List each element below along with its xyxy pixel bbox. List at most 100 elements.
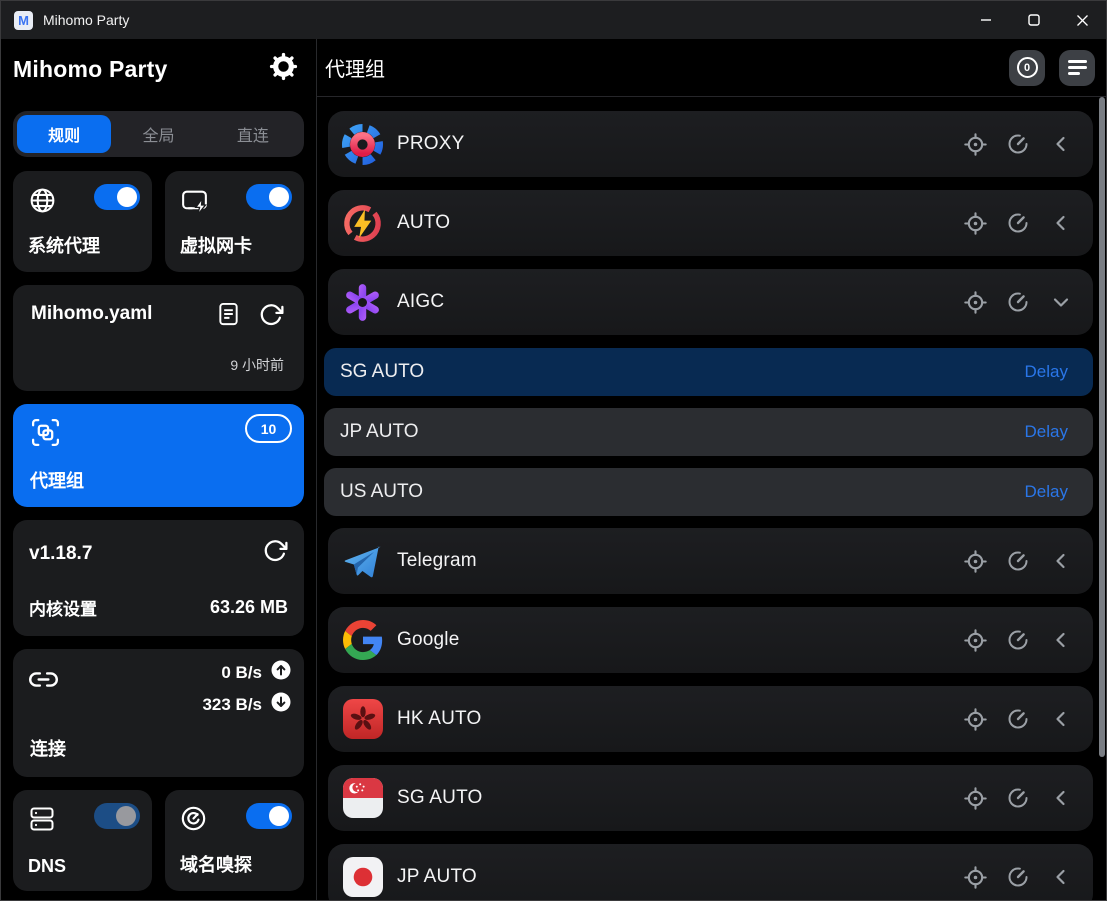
proxy-group-name: JP AUTO [397, 866, 477, 888]
layout-toggle-button[interactable] [1059, 50, 1095, 86]
locate-node-icon[interactable] [962, 131, 988, 157]
maximize-icon [1028, 14, 1040, 26]
core-settings-label: 内核设置 [29, 595, 97, 620]
proxy-group-row[interactable]: AIGC [328, 269, 1093, 335]
chevron-left-icon[interactable] [1048, 706, 1074, 732]
proxy-group-name: HK AUTO [397, 708, 481, 730]
minimize-icon [980, 14, 992, 26]
page-title: 代理组 [325, 53, 385, 82]
proxy-group-row[interactable]: Google [328, 607, 1093, 673]
proxy-icon [341, 123, 384, 166]
node-delay-action[interactable]: Delay [1025, 422, 1068, 442]
settings-gear-icon[interactable] [269, 52, 298, 86]
chevron-left-icon[interactable] [1048, 131, 1074, 157]
proxy-groups-icon [29, 416, 62, 454]
virtual-nic-icon [179, 185, 210, 221]
sidebar-item-proxy-groups[interactable]: 10 代理组 [13, 404, 304, 507]
system-proxy-card[interactable]: 系统代理 [13, 171, 152, 272]
proxy-group-row[interactable]: SG AUTO [328, 765, 1093, 831]
window-controls [962, 1, 1106, 39]
tun-card[interactable]: 虚拟网卡 [165, 171, 304, 272]
tab-global[interactable]: 全局 [111, 115, 205, 153]
upload-arrow-icon [270, 659, 292, 686]
link-icon [29, 665, 58, 699]
maximize-button[interactable] [1010, 1, 1058, 39]
proxy-group-list: PROXYAUTOAIGCSG AUTODelayJP AUTODelayUS … [317, 97, 1107, 901]
profile-card[interactable]: Mihomo.yaml 9 小时前 [13, 285, 304, 391]
dns-toggle[interactable] [94, 803, 140, 829]
proxy-node-name: US AUTO [340, 481, 423, 503]
chevron-down-icon[interactable] [1048, 289, 1074, 315]
delay-test-icon[interactable] [1005, 785, 1031, 811]
proxy-group-row[interactable]: AUTO [328, 190, 1093, 256]
core-restart-icon[interactable] [262, 538, 288, 569]
proxy-group-row[interactable]: HK AUTO [328, 686, 1093, 752]
proxy-node-row[interactable]: JP AUTODelay [324, 408, 1093, 456]
connections-card[interactable]: 0 B/s 323 B/s 连接 [13, 649, 304, 777]
profile-file-icon[interactable] [216, 301, 241, 333]
locate-node-icon[interactable] [962, 627, 988, 653]
locate-node-icon[interactable] [962, 706, 988, 732]
tab-rule[interactable]: 规则 [17, 115, 111, 153]
app-logo-icon: M [14, 11, 33, 30]
chevron-left-icon[interactable] [1048, 210, 1074, 236]
proxy-groups-label: 代理组 [30, 467, 84, 493]
globe-icon [27, 185, 58, 221]
delay-test-icon[interactable] [1005, 548, 1031, 574]
locate-node-icon[interactable] [962, 289, 988, 315]
delay-test-icon[interactable] [1005, 864, 1031, 890]
delay-test-icon[interactable] [1005, 210, 1031, 236]
proxy-group-row[interactable]: JP AUTO [328, 844, 1093, 901]
chevron-left-icon[interactable] [1048, 864, 1074, 890]
node-delay-action[interactable]: Delay [1025, 482, 1068, 502]
close-button[interactable] [1058, 1, 1106, 39]
core-memory: 63.26 MB [210, 597, 288, 618]
node-delay-action[interactable]: Delay [1025, 362, 1068, 382]
main-panel: 代理组 0 PROXYAUTOAIGCSG AUTODelayJP AUTODe… [317, 39, 1107, 901]
delay-display-toggle-button[interactable]: 0 [1009, 50, 1045, 86]
proxy-node-name: SG AUTO [340, 361, 424, 383]
titlebar: M Mihomo Party [1, 1, 1106, 39]
tab-direct[interactable]: 直连 [206, 115, 300, 153]
sniff-toggle[interactable] [246, 803, 292, 829]
proxy-group-row[interactable]: PROXY [328, 111, 1093, 177]
chevron-left-icon[interactable] [1048, 548, 1074, 574]
system-proxy-label: 系统代理 [28, 232, 100, 258]
minimize-button[interactable] [962, 1, 1010, 39]
profile-refresh-icon[interactable] [258, 302, 284, 333]
sniff-card[interactable]: 域名嗅探 [165, 790, 304, 891]
delay-test-icon[interactable] [1005, 706, 1031, 732]
flag-hk-icon [341, 698, 384, 741]
locate-node-icon[interactable] [962, 785, 988, 811]
proxy-group-name: Google [397, 629, 459, 651]
proxy-groups-count-badge: 10 [245, 414, 292, 443]
sniffer-icon [179, 804, 208, 838]
delay-test-icon[interactable] [1005, 627, 1031, 653]
locate-node-icon[interactable] [962, 210, 988, 236]
openai-icon [341, 281, 384, 324]
proxy-node-row[interactable]: SG AUTO Delay [324, 348, 1093, 396]
delay-test-icon[interactable] [1005, 131, 1031, 157]
proxy-group-row[interactable]: Telegram [328, 528, 1093, 594]
scrollbar-thumb[interactable] [1099, 97, 1105, 757]
list-lines-icon [1068, 60, 1087, 75]
dns-label: DNS [28, 856, 66, 877]
telegram-icon [341, 540, 384, 583]
locate-node-icon[interactable] [962, 864, 988, 890]
delay-test-icon[interactable] [1005, 289, 1031, 315]
proxy-group-name: SG AUTO [397, 787, 483, 809]
system-proxy-toggle[interactable] [94, 184, 140, 210]
chevron-left-icon[interactable] [1048, 785, 1074, 811]
core-settings-card[interactable]: v1.18.7 内核设置 63.26 MB [13, 520, 304, 636]
proxy-node-row[interactable]: US AUTO Delay [324, 468, 1093, 516]
flag-jp-icon [341, 856, 384, 899]
tun-toggle[interactable] [246, 184, 292, 210]
dns-card[interactable]: DNS [13, 790, 152, 891]
proxy-group-name: Telegram [397, 550, 477, 572]
locate-node-icon[interactable] [962, 548, 988, 574]
connections-label: 连接 [30, 735, 66, 761]
main-header: 代理组 0 [317, 39, 1107, 97]
chevron-left-icon[interactable] [1048, 627, 1074, 653]
google-icon [341, 619, 384, 662]
download-speed: 323 B/s [202, 695, 262, 715]
